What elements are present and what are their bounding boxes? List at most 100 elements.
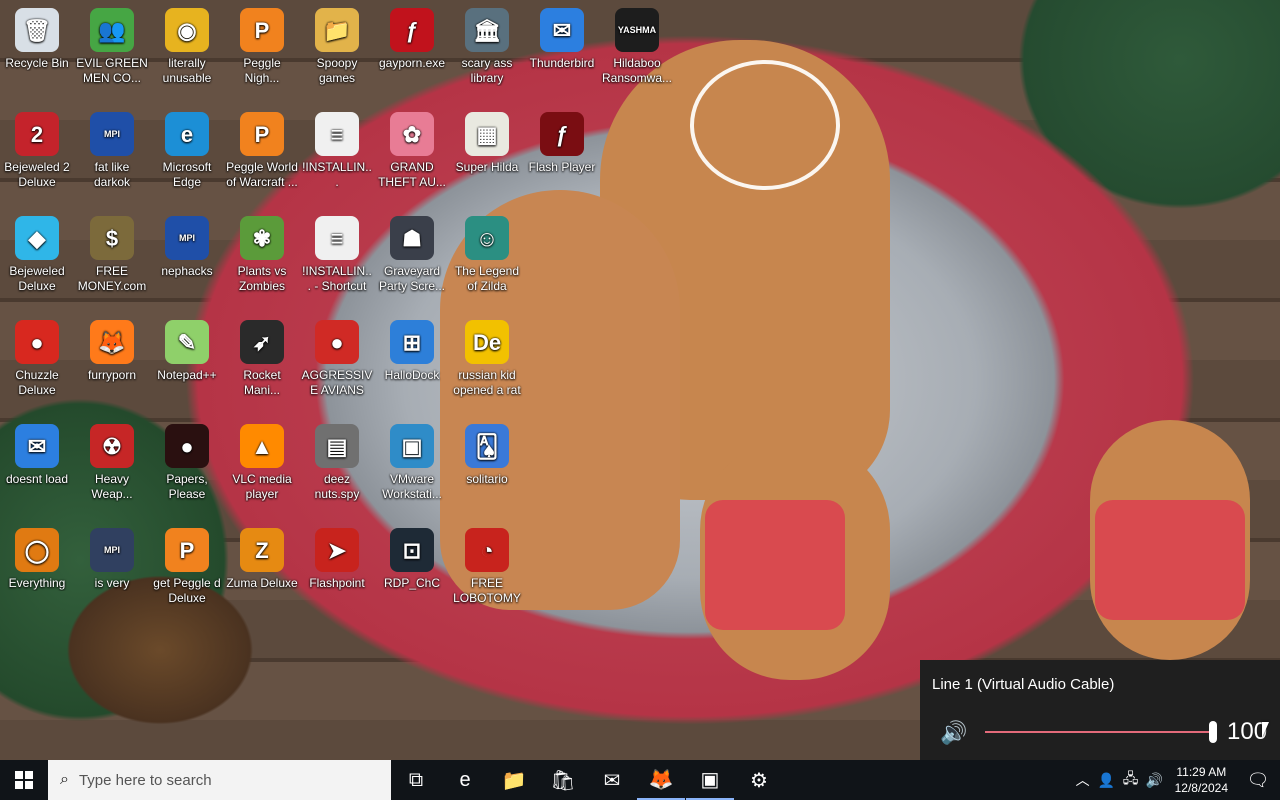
desktop-icon-russian-kid-opened-a-rat[interactable]: De russian kid opened a rat bbox=[450, 314, 524, 414]
desktop-icon-label: Spoopy games bbox=[316, 56, 358, 85]
desktop-icon-label: nephacks bbox=[161, 264, 213, 278]
app-icon: ✿ bbox=[390, 112, 434, 156]
desktop-icon-label: RDP_ChC bbox=[383, 576, 440, 590]
desktop-icon-get-peggle-d-deluxe[interactable]: Pget Peggle d Deluxe bbox=[150, 522, 224, 622]
desktop-icon-literally-unusable[interactable]: ◉ literally unusable bbox=[150, 2, 224, 102]
desktop-icon-installin-shortcut[interactable]: ≡ !INSTALLIN... - Shortcut bbox=[300, 210, 374, 310]
volume-slider-thumb[interactable] bbox=[1209, 721, 1217, 743]
taskbar: ⌕ Type here to search ⧉ e 📁 🛍 ✉ 🦊 ▣ ⚙ ︿ 👤 🖧 🔊 1… bbox=[0, 760, 1280, 800]
desktop-icon-the-legend-of-zilda[interactable]: ☺ The Legend of Zilda bbox=[450, 210, 524, 310]
desktop-icon-vmware-workstati[interactable]: ▣ VMware Workstati... bbox=[375, 418, 449, 518]
desktop-icon-installin[interactable]: ≡ !INSTALLIN... bbox=[300, 106, 374, 206]
clock[interactable]: 11:29 AM 12/8/2024 bbox=[1175, 764, 1228, 796]
speaker-icon[interactable]: 🔊 bbox=[940, 720, 967, 746]
taskbar-task-view-button[interactable]: ⧉ bbox=[392, 760, 440, 800]
app-icon: MPI bbox=[90, 528, 134, 572]
desktop-icon-label: Graveyard Party Scre... bbox=[378, 264, 446, 293]
desktop-icon-evil-green-men-co[interactable]: 👥 EVIL GREEN MEN CO... bbox=[75, 2, 149, 102]
desktop-icon-is-very[interactable]: MPI is very bbox=[75, 522, 149, 622]
app-icon: ● bbox=[165, 424, 209, 468]
clock-time: 11:29 AM bbox=[1176, 765, 1227, 779]
desktop-icon-fat-like-darkok[interactable]: MPI fat like darkok bbox=[75, 106, 149, 206]
desktop-icon-chuzzle-deluxe[interactable]: ● Chuzzle Deluxe bbox=[0, 314, 74, 414]
desktop-icon-zuma-deluxe[interactable]: Z Zuma Deluxe bbox=[225, 522, 299, 622]
app-icon: ⊡ bbox=[390, 528, 434, 572]
desktop-icon-heavy-weap[interactable]: ☢ Heavy Weap... bbox=[75, 418, 149, 518]
desktop-icon-label: literally unusable bbox=[162, 56, 212, 85]
desktop-icon-label: doesnt load bbox=[5, 472, 69, 486]
app-icon: YASHMA bbox=[615, 8, 659, 52]
desktop-icon-scary-ass-library[interactable]: 🏛 scary ass library bbox=[450, 2, 524, 102]
show-hidden-icons-chevron-icon[interactable]: ︿ bbox=[1071, 770, 1095, 790]
app-icon: ✉ bbox=[540, 8, 584, 52]
app-icon: MPI bbox=[165, 216, 209, 260]
desktop-icon-label: FREE LOBOTOMYS bbox=[453, 576, 521, 605]
desktop-icon-vlc-media-player[interactable]: ▲ VLC media player bbox=[225, 418, 299, 518]
desktop-icon-papers-please[interactable]: ● Papers, Please bbox=[150, 418, 224, 518]
desktop-icon-aggressive-avians[interactable]: ● AGGRESSIVE AVIANS bbox=[300, 314, 374, 414]
desktop-icon-bejeweled-2-deluxe[interactable]: 2 Bejeweled 2 Deluxe bbox=[0, 106, 74, 206]
desktop-icon-label: !INSTALLIN... - Shortcut bbox=[302, 264, 372, 293]
app-icon: ≡ bbox=[315, 216, 359, 260]
network-icon[interactable]: 🖧 bbox=[1119, 768, 1143, 792]
start-button[interactable] bbox=[0, 760, 48, 800]
audio-device-name: Line 1 (Virtual Audio Cable) bbox=[932, 676, 1115, 693]
desktop-icon-label: Chuzzle Deluxe bbox=[15, 368, 59, 397]
desktop-icon-plants-vs-zombies[interactable]: ✾ Plants vs Zombies bbox=[225, 210, 299, 310]
desktop-icon-label: FREE MONEY.com bbox=[77, 264, 147, 293]
volume-icon[interactable]: 🔊 bbox=[1143, 772, 1167, 789]
system-tray: ︿ 👤 🖧 🔊 11:29 AM 12/8/2024 bbox=[1071, 760, 1236, 800]
desktop-icon-label: russian kid opened a rat bbox=[453, 368, 521, 397]
desktop-icon-spoopy-games[interactable]: 📁 Spoopy games bbox=[300, 2, 374, 102]
taskbar-mail-button[interactable]: ✉ bbox=[588, 760, 636, 800]
desktop-icon-flashpoint[interactable]: ➤ Flashpoint bbox=[300, 522, 374, 622]
desktop-icon-peggle-world-of-warcraft[interactable]: P Peggle World of Warcraft ... bbox=[225, 106, 299, 206]
app-icon: ➶ bbox=[240, 320, 284, 364]
desktop-icon-label: Flashpoint bbox=[309, 576, 365, 590]
desktop-icon-flash-player[interactable]: ƒ Flash Player bbox=[525, 106, 599, 206]
desktop-icon-hallodock[interactable]: ⊞ HalloDock bbox=[375, 314, 449, 414]
app-icon: ● bbox=[315, 320, 359, 364]
desktop-icon-furryporn[interactable]: 🦊 furryporn bbox=[75, 314, 149, 414]
taskbar-settings-button[interactable]: ⚙ bbox=[735, 760, 783, 800]
desktop-icon-doesnt-load[interactable]: ✉ doesnt load bbox=[0, 418, 74, 518]
desktop-icon-recycle-bin[interactable]: 🗑 Recycle Bin bbox=[0, 2, 74, 102]
taskbar-file-explorer-button[interactable]: 📁 bbox=[490, 760, 538, 800]
desktop-icon-microsoft-edge[interactable]: e Microsoft Edge bbox=[150, 106, 224, 206]
desktop-icon-thunderbird[interactable]: ✉ Thunderbird bbox=[525, 2, 599, 102]
desktop-icon-everything[interactable]: ◯ Everything bbox=[0, 522, 74, 622]
taskbar-microsoft-store-button[interactable]: 🛍 bbox=[539, 760, 587, 800]
desktop-icon-free-lobotomys[interactable]: ◔ FREE LOBOTOMYS bbox=[450, 522, 524, 622]
desktop-icon-solitario[interactable]: 🂡 solitario bbox=[450, 418, 524, 518]
desktop-icon-rocket-mani[interactable]: ➶ Rocket Mani... bbox=[225, 314, 299, 414]
desktop-icon-graveyard-party-scre[interactable]: ☗ Graveyard Party Scre... bbox=[375, 210, 449, 310]
user-icon[interactable]: 👤 bbox=[1095, 772, 1119, 789]
desktop-icon-grand-theft-au[interactable]: ✿ GRAND THEFT AU... bbox=[375, 106, 449, 206]
volume-slider-track[interactable] bbox=[985, 731, 1213, 733]
taskbar-search-box[interactable]: ⌕ Type here to search bbox=[48, 760, 391, 800]
desktop-icon-nephacks[interactable]: MPI nephacks bbox=[150, 210, 224, 310]
app-icon: ➤ bbox=[315, 528, 359, 572]
desktop-icon-label: deez nuts.spy bbox=[314, 472, 360, 501]
app-icon: De bbox=[465, 320, 509, 364]
desktop-icon-bejeweled-deluxe[interactable]: ◆ Bejeweled Deluxe bbox=[0, 210, 74, 310]
app-icon: ✎ bbox=[165, 320, 209, 364]
desktop-icon-gayporn-exe[interactable]: ƒ gayporn.exe bbox=[375, 2, 449, 102]
desktop-icon-super-hilda[interactable]: ▦ Super Hilda bbox=[450, 106, 524, 206]
desktop-icon-rdp-chc[interactable]: ⊡ RDP_ChC bbox=[375, 522, 449, 622]
action-center-button[interactable]: 🗨 bbox=[1236, 760, 1280, 800]
desktop-icon-label: Heavy Weap... bbox=[91, 472, 133, 501]
taskbar-edge-button[interactable]: e bbox=[441, 760, 489, 800]
desktop-icon-peggle-nigh[interactable]: P Peggle Nigh... bbox=[225, 2, 299, 102]
desktop-icon-free-money-com[interactable]: $ FREE MONEY.com bbox=[75, 210, 149, 310]
desktop-icon-hildaboo-ransomwa[interactable]: YASHMA Hildaboo Ransomwa... bbox=[600, 2, 674, 102]
desktop-icon-deez-nuts-spy[interactable]: ▤ deez nuts.spy bbox=[300, 418, 374, 518]
taskbar-firefox-button[interactable]: 🦊 bbox=[637, 760, 685, 800]
desktop-icon-label: Peggle World of Warcraft ... bbox=[226, 160, 298, 189]
app-icon: ☺ bbox=[465, 216, 509, 260]
desktop-icon-label: Flash Player bbox=[528, 160, 596, 174]
app-icon: ◔ bbox=[465, 528, 509, 572]
desktop-icon-notepad[interactable]: ✎ Notepad++ bbox=[150, 314, 224, 414]
taskbar-vmware-button[interactable]: ▣ bbox=[686, 760, 734, 800]
notification-icon: 🗨 bbox=[1246, 769, 1270, 790]
